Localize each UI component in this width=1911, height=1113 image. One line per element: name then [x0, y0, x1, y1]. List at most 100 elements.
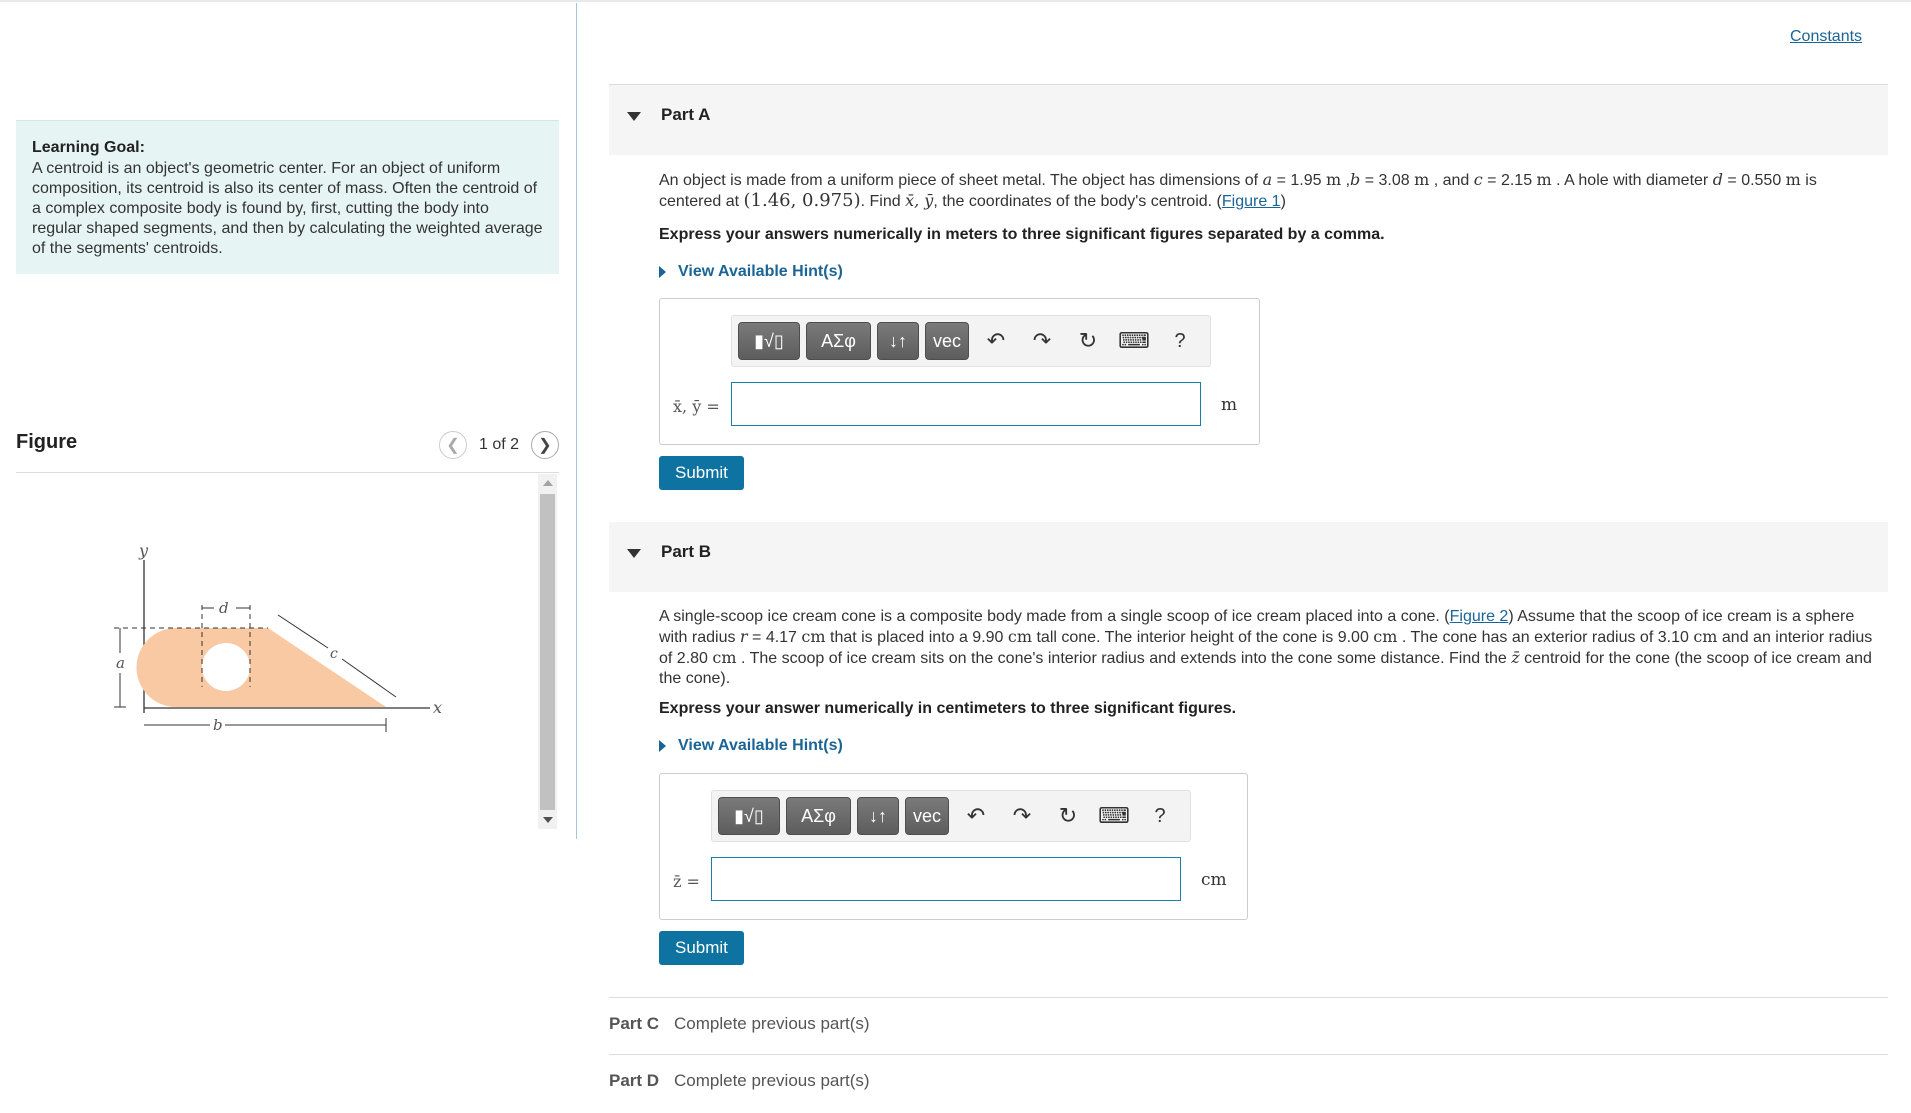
part-a-answer-box: ▮√▯ ΑΣφ ↓↑ vec ↶ ↷ ↻ ⌨ ? x̄, ȳ = m	[659, 298, 1260, 445]
top-border	[0, 0, 1911, 5]
vector-button[interactable]: vec	[925, 322, 969, 360]
qa-text: An object is made from a uniform piece o…	[659, 172, 1263, 189]
qa-b-value: = 3.08	[1360, 172, 1415, 189]
qa-a-unit: m	[1325, 170, 1342, 189]
reset-icon: ↻	[1058, 803, 1078, 828]
undo-button[interactable]: ↶	[977, 322, 1015, 360]
qb-text: . The cone has an exterior radius of 3.1…	[1397, 629, 1694, 646]
b-dim-label: b	[213, 716, 223, 734]
part-a-input-label: x̄, ȳ =	[673, 397, 720, 416]
qb-text: A single-scoop ice cream cone is a compo…	[659, 608, 1450, 625]
part-b-question: A single-scoop ice cream cone is a compo…	[659, 607, 1874, 689]
help-icon: ?	[1154, 804, 1166, 827]
caret-right-icon	[659, 266, 666, 278]
sheet-metal-shape	[136, 628, 386, 707]
figure-pager: ❮ 1 of 2 ❯	[438, 431, 559, 459]
templates-button[interactable]: ▮√▯	[738, 322, 800, 360]
keyboard-button[interactable]: ⌨	[1115, 322, 1153, 360]
qb-r-value: = 4.17	[747, 629, 802, 646]
scroll-thumb[interactable]	[540, 494, 555, 810]
part-a-unit: m	[1221, 395, 1238, 415]
part-c-row[interactable]: Part C Complete previous part(s)	[609, 997, 1888, 1053]
qa-text: )	[1280, 193, 1286, 210]
column-divider	[576, 3, 577, 839]
qa-coords: (1.46, 0.975)	[743, 190, 861, 211]
figure-scrollbar[interactable]	[538, 474, 557, 829]
qa-c-value: = 2.15	[1482, 172, 1537, 189]
qb-unit: cm	[801, 627, 826, 646]
part-b-answer-input[interactable]	[711, 857, 1181, 901]
redo-icon: ↷	[1012, 803, 1032, 828]
part-b-instruction: Express your answer numerically in centi…	[659, 700, 1237, 717]
undo-button[interactable]: ↶	[957, 797, 995, 835]
figure-1-link[interactable]: Figure 1	[1222, 193, 1281, 210]
qb-unit: cm	[1007, 627, 1033, 646]
keyboard-button[interactable]: ⌨	[1095, 797, 1133, 835]
keyboard-icon: ⌨	[1118, 328, 1150, 353]
part-a-header[interactable]: Part A	[609, 85, 1888, 155]
part-b-label: Part B	[661, 542, 712, 561]
redo-button[interactable]: ↷	[1003, 797, 1041, 835]
arrows-icon: ↓↑	[889, 330, 907, 351]
help-icon: ?	[1174, 329, 1186, 352]
composite-body-figure: y x d a b c	[114, 541, 442, 734]
part-c-label: Part C	[609, 1014, 660, 1033]
caret-down-icon	[627, 112, 641, 121]
part-b-header[interactable]: Part B	[609, 522, 1888, 592]
undo-icon: ↶	[966, 803, 986, 828]
part-b-math-toolbar: ▮√▯ ΑΣφ ↓↑ vec ↶ ↷ ↻ ⌨ ?	[711, 790, 1191, 842]
vec-icon: vec	[912, 805, 941, 826]
part-a-question: An object is made from a uniform piece o…	[659, 170, 1817, 211]
part-d-label: Part D	[609, 1071, 660, 1090]
qa-d-value: = 0.550	[1722, 172, 1786, 189]
part-b-hint-toggle[interactable]: View Available Hint(s)	[659, 737, 843, 755]
greek-icon: ΑΣφ	[821, 330, 856, 351]
part-a-submit-button[interactable]: Submit	[659, 456, 744, 490]
caret-down-icon	[627, 549, 641, 558]
help-button[interactable]: ?	[1141, 797, 1179, 835]
subscript-button[interactable]: ↓↑	[877, 322, 919, 360]
scroll-down-arrow[interactable]	[543, 817, 553, 823]
reset-icon: ↻	[1078, 328, 1098, 353]
reset-button[interactable]: ↻	[1069, 322, 1107, 360]
help-button[interactable]: ?	[1161, 322, 1199, 360]
templates-button[interactable]: ▮√▯	[718, 797, 780, 835]
qb-unit: cm	[712, 648, 737, 667]
learning-goal-box: Learning Goal: A centroid is an object's…	[16, 120, 559, 274]
part-b-unit: cm	[1201, 870, 1227, 890]
reset-button[interactable]: ↻	[1049, 797, 1087, 835]
qa-b-unit: m	[1414, 170, 1430, 189]
prev-figure-button[interactable]: ❮	[438, 431, 467, 459]
part-a-hint-toggle[interactable]: View Available Hint(s)	[659, 263, 843, 281]
arrows-icon: ↓↑	[869, 805, 887, 826]
figure-header: Figure ❮ 1 of 2 ❯	[16, 428, 559, 473]
qa-a-symbol: a	[1262, 170, 1273, 189]
part-a-answer-input[interactable]	[731, 382, 1201, 426]
undo-icon: ↶	[986, 328, 1006, 353]
part-b-answer-box: ▮√▯ ΑΣφ ↓↑ vec ↶ ↷ ↻ ⌨ ? z̄ = cm	[659, 773, 1248, 920]
caret-right-icon	[659, 740, 666, 752]
chevron-right-icon: ❯	[538, 437, 552, 454]
next-figure-button[interactable]: ❯	[531, 431, 559, 459]
greek-symbols-button[interactable]: ΑΣφ	[806, 322, 871, 360]
scroll-up-arrow[interactable]	[543, 480, 553, 486]
qa-text: centered at	[659, 193, 744, 210]
part-b-submit-button[interactable]: Submit	[659, 931, 744, 965]
part-c-status: Complete previous part(s)	[674, 1014, 870, 1033]
redo-button[interactable]: ↷	[1023, 322, 1061, 360]
templates-icon: ▮√▯	[734, 805, 764, 826]
part-d-row[interactable]: Part D Complete previous part(s)	[609, 1054, 1888, 1110]
redo-icon: ↷	[1032, 328, 1052, 353]
qb-text: that is placed into a 9.90	[825, 629, 1008, 646]
figure-2-link[interactable]: Figure 2	[1450, 608, 1509, 625]
constants-link[interactable]: Constants	[1790, 28, 1862, 46]
vector-button[interactable]: vec	[905, 797, 949, 835]
qb-unit: cm	[1373, 627, 1398, 646]
learning-goal-text: A centroid is an object's geometric cent…	[32, 160, 543, 257]
subscript-button[interactable]: ↓↑	[857, 797, 899, 835]
part-a-label: Part A	[661, 105, 711, 124]
greek-symbols-button[interactable]: ΑΣφ	[786, 797, 851, 835]
qa-text: . Find	[860, 193, 906, 210]
figure-page-indicator: 1 of 2	[478, 436, 519, 453]
qa-d-unit: m	[1785, 170, 1801, 189]
